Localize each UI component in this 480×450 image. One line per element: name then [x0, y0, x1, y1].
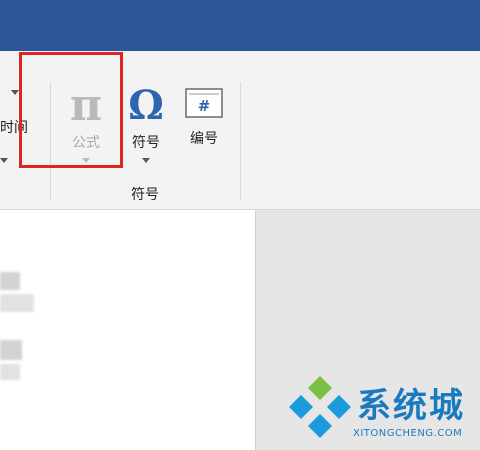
chevron-down-icon[interactable]	[11, 90, 19, 95]
window-titlebar	[0, 0, 480, 51]
omega-icon: Ω	[128, 82, 164, 129]
blurred-content	[0, 272, 20, 290]
blurred-content	[0, 294, 34, 312]
symbol-button-label: 符号	[132, 135, 160, 151]
highlight-annotation-box	[19, 52, 123, 168]
symbols-group-label: 符号	[131, 187, 159, 203]
number-button-label: 编号	[190, 131, 218, 147]
watermark-url: XITONGCHENG.COM	[353, 428, 463, 439]
ribbon-group-separator	[240, 82, 241, 200]
number-button[interactable]: # 编号	[178, 82, 230, 162]
number-hash-icon: #	[185, 88, 223, 118]
watermark: 系统城 XITONGCHENG.COM	[285, 370, 480, 445]
chevron-down-icon[interactable]	[142, 158, 150, 163]
watermark-title: 系统城	[357, 386, 465, 426]
watermark-logo-icon	[289, 376, 351, 438]
symbol-button[interactable]: Ω 符号	[122, 82, 170, 172]
svg-text:#: #	[198, 97, 211, 115]
blurred-content	[0, 364, 20, 380]
blurred-content	[0, 340, 22, 360]
chevron-down-icon[interactable]	[0, 158, 8, 163]
